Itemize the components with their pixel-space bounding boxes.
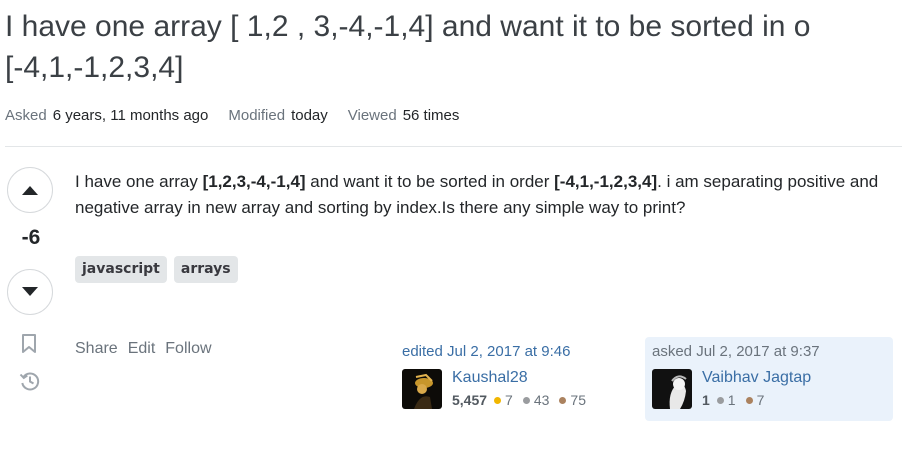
avatar[interactable]	[652, 369, 692, 409]
follow-link[interactable]: Follow	[165, 340, 211, 358]
question-title[interactable]: I have one array [ 1,2 , 3,-4,-1,4] and …	[5, 6, 902, 88]
editor-user: Kaushal28 5,457 7 43 75	[402, 369, 632, 409]
bookmark-button[interactable]	[20, 333, 38, 360]
asked-meta: Asked 6 years, 11 months ago	[5, 107, 208, 124]
edited-timestamp[interactable]: edited Jul 2, 2017 at 9:46	[402, 343, 632, 360]
asker-avatar-image	[652, 369, 692, 409]
bronze-badge-icon	[559, 396, 567, 404]
silver-badge-icon	[716, 396, 724, 404]
editor-rep-score: 5,457	[452, 392, 488, 408]
viewed-meta: Viewed 56 times	[348, 107, 460, 124]
bookmark-icon	[22, 334, 36, 353]
downvote-button[interactable]	[7, 269, 53, 315]
share-link[interactable]: Share	[75, 340, 118, 358]
question-body: I have one array [1,2,3,-4,-1,4] and wan…	[75, 169, 895, 221]
editor-avatar-image	[402, 369, 442, 409]
modified-value[interactable]: today	[291, 107, 328, 124]
asker-reputation: 1 1 7	[702, 392, 811, 408]
editor-reputation: 5,457 7 43 75	[452, 392, 586, 408]
body-text-2: and want it to be sorted in order	[305, 172, 555, 191]
asker-silver-count: 1	[727, 392, 736, 408]
editor-card: edited Jul 2, 2017 at 9:46 Kaushal28 5,4…	[402, 343, 632, 409]
editor-bronze-count: 75	[570, 392, 586, 408]
tag-list: javascript arrays	[75, 256, 238, 283]
asker-user: Vaibhav Jagtap 1 1 7	[652, 369, 811, 409]
question-title-line1[interactable]: I have one array [ 1,2 , 3,-4,-1,4] and …	[5, 6, 902, 47]
question-title-line2[interactable]: [-4,1,-1,2,3,4]	[5, 47, 902, 88]
silver-badge-icon	[522, 396, 530, 404]
asker-bronze-count: 7	[756, 392, 765, 408]
history-icon	[19, 372, 40, 391]
asker-username[interactable]: Vaibhav Jagtap	[702, 369, 811, 387]
tag-javascript[interactable]: javascript	[75, 256, 167, 283]
avatar[interactable]	[402, 369, 442, 409]
question-meta: Asked 6 years, 11 months ago Modified toda…	[5, 107, 459, 124]
history-button[interactable]	[19, 370, 41, 397]
arrow-up-icon	[22, 186, 38, 195]
bronze-badge-icon	[745, 396, 753, 404]
asked-timestamp: asked Jul 2, 2017 at 9:37	[652, 343, 820, 360]
upvote-button[interactable]	[7, 167, 53, 213]
modified-meta[interactable]: Modified today	[228, 107, 327, 124]
edit-link[interactable]: Edit	[128, 340, 156, 358]
modified-label: Modified	[228, 107, 286, 124]
body-text-1: I have one array	[75, 172, 203, 191]
asker-rep-score: 1	[702, 392, 710, 408]
asked-value: 6 years, 11 months ago	[52, 107, 209, 124]
vote-count: -6	[21, 226, 41, 249]
editor-silver-count: 43	[533, 392, 550, 408]
editor-gold-count: 7	[505, 392, 513, 408]
asked-label: Asked	[5, 107, 47, 124]
header-divider	[5, 146, 902, 147]
editor-username[interactable]: Kaushal28	[452, 369, 586, 387]
body-array-original: [1,2,3,-4,-1,4]	[202, 172, 306, 191]
gold-badge-icon	[494, 396, 502, 404]
viewed-value: 56 times	[402, 107, 460, 124]
body-array-target: [-4,1,-1,2,3,4]	[554, 172, 658, 191]
asker-card: asked Jul 2, 2017 at 9:37 Vaibhav Jagtap…	[645, 337, 893, 421]
asker-details: Vaibhav Jagtap 1 1 7	[702, 369, 811, 408]
tag-arrays[interactable]: arrays	[173, 256, 238, 283]
editor-details: Kaushal28 5,457 7 43 75	[452, 369, 586, 408]
arrow-down-icon	[22, 287, 38, 296]
post-actions: Share Edit Follow	[75, 340, 212, 358]
viewed-label: Viewed	[347, 107, 397, 124]
